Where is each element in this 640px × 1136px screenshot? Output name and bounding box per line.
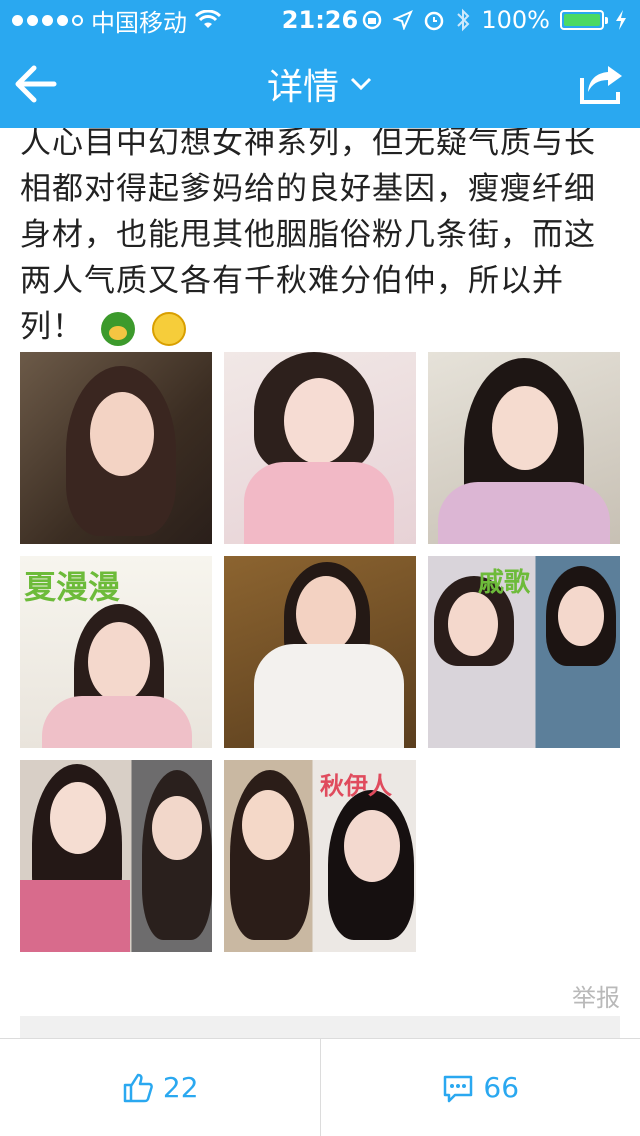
bluetooth-icon xyxy=(457,8,470,32)
comment-count: 66 xyxy=(483,1071,520,1104)
photo-6[interactable]: 戚歌 xyxy=(428,556,620,748)
location-icon xyxy=(393,10,414,30)
photo-4[interactable]: 夏漫漫 xyxy=(20,556,212,748)
thinking-emoji-icon xyxy=(151,311,186,346)
photo-2[interactable] xyxy=(224,352,416,544)
nav-bar: 详情 xyxy=(0,40,640,128)
photo-caption: 秋伊人 xyxy=(320,772,392,800)
comment-section-divider xyxy=(20,1016,620,1038)
photo-8[interactable]: 秋伊人 xyxy=(224,760,416,952)
photo-caption: 戚歌 xyxy=(478,568,531,598)
charging-icon xyxy=(616,10,626,30)
status-bar: 中国移动 21:26 100% xyxy=(0,0,640,40)
photo-1[interactable] xyxy=(20,352,212,544)
page-title: 详情 xyxy=(266,67,339,108)
photo-3[interactable] xyxy=(428,352,620,544)
soldier-emoji-icon xyxy=(100,311,135,346)
arrow-left-icon[interactable] xyxy=(14,62,58,106)
battery-percent: 100% xyxy=(481,6,550,34)
nav-title-dropdown[interactable]: 详情 xyxy=(267,58,373,110)
report-link[interactable]: 举报 xyxy=(572,978,620,1013)
comment-icon xyxy=(444,1075,473,1102)
wifi-icon xyxy=(195,10,221,28)
alarm-icon xyxy=(425,11,444,31)
bottom-action-bar: 22 66 xyxy=(0,1038,640,1136)
chevron-down-icon xyxy=(350,77,372,91)
like-button[interactable]: 22 xyxy=(0,1039,320,1136)
rotation-lock-icon xyxy=(363,10,382,30)
like-count: 22 xyxy=(162,1071,199,1104)
photo-5[interactable] xyxy=(224,556,416,748)
photo-caption: 夏漫漫 xyxy=(24,568,121,606)
post-body: 人心目中幻想女神系列，但无疑气质与长相都对得起爹妈给的良好基因，瘦瘦纤细身材，也… xyxy=(20,128,596,345)
carrier-label: 中国移动 xyxy=(91,8,187,37)
post-content: 人心目中幻想女神系列，但无疑气质与长相都对得起爹妈给的良好基因，瘦瘦纤细身材，也… xyxy=(0,128,640,1038)
post-text: 人心目中幻想女神系列，但无疑气质与长相都对得起爹妈给的良好基因，瘦瘦纤细身材，也… xyxy=(20,128,620,350)
signal-indicator xyxy=(12,14,83,26)
thumbs-up-icon xyxy=(123,1073,153,1102)
battery-icon xyxy=(560,10,608,30)
comment-button[interactable]: 66 xyxy=(319,1039,640,1136)
share-icon[interactable] xyxy=(578,62,626,106)
photo-7[interactable] xyxy=(20,760,212,952)
